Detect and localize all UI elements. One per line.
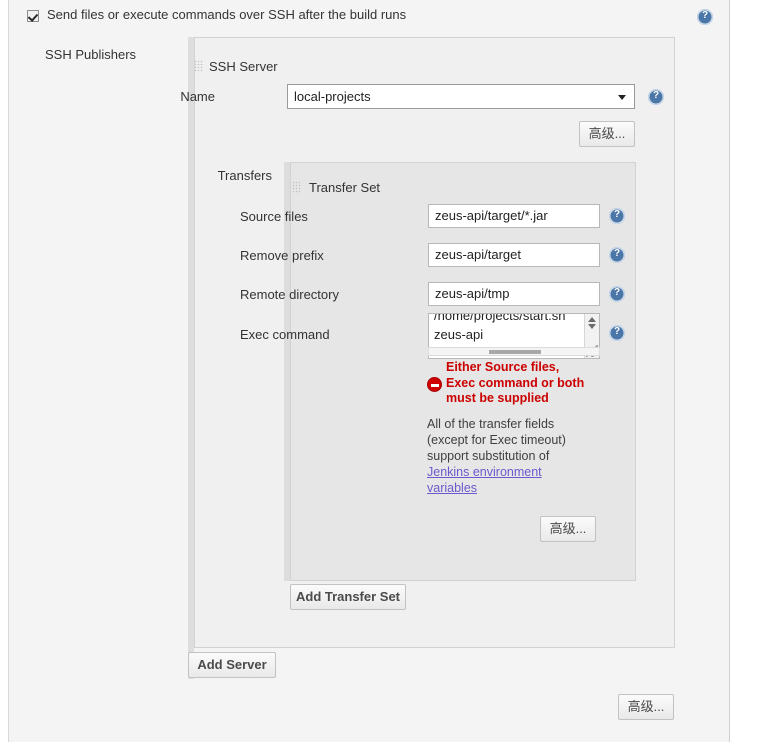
enable-ssh-publisher-checkbox[interactable]: [27, 10, 39, 22]
add-transfer-set-button[interactable]: Add Transfer Set: [290, 584, 406, 610]
source-files-value: zeus-api/target/*.jar: [435, 208, 548, 223]
transfer-set-title: Transfer Set: [309, 180, 381, 195]
help-line-1: All of the transfer fields: [427, 417, 555, 431]
chevron-down-icon: [618, 95, 626, 100]
jenkins-env-variables-link-line2[interactable]: variables: [427, 480, 602, 496]
remove-prefix-help-icon[interactable]: [609, 247, 625, 263]
help-line-3: support substitution of: [427, 449, 550, 463]
name-label: Name: [180, 89, 215, 104]
error-stop-icon: [427, 377, 442, 392]
enable-ssh-publisher-row: Send files or execute commands over SSH …: [9, 0, 729, 30]
remote-directory-input[interactable]: zeus-api/tmp: [428, 282, 600, 306]
drag-grip-icon[interactable]: [194, 60, 203, 73]
page-advanced-button[interactable]: 高级...: [618, 694, 674, 720]
exec-command-line1: /home/projects/start.sh: [434, 313, 566, 323]
error-line-2: Exec command or both: [446, 375, 585, 390]
name-help-icon[interactable]: [648, 89, 664, 105]
server-advanced-button[interactable]: 高级...: [579, 121, 635, 147]
transfer-set-grip-icon[interactable]: [292, 181, 301, 194]
remove-prefix-value: zeus-api/target: [435, 247, 521, 262]
ssh-publisher-config-page: Send files or execute commands over SSH …: [0, 0, 765, 742]
enable-ssh-publisher-label: Send files or execute commands over SSH …: [47, 7, 407, 22]
transfers-label: Transfers: [217, 168, 272, 183]
ssh-server-name-select[interactable]: local-projects: [287, 84, 635, 109]
exec-command-line2: zeus-api: [434, 327, 484, 342]
right-edge-rule: [729, 0, 730, 742]
help-icon[interactable]: [697, 9, 713, 25]
error-line-1: Either Source files,: [446, 360, 560, 374]
ssh-server-name-value: local-projects: [294, 89, 371, 104]
source-files-label: Source files: [240, 209, 308, 224]
source-files-help-icon[interactable]: [609, 208, 625, 224]
error-line-3: must be supplied: [446, 391, 549, 405]
remove-prefix-label: Remove prefix: [240, 248, 324, 263]
source-files-input[interactable]: zeus-api/target/*.jar: [428, 204, 600, 228]
ssh-server-title: SSH Server: [209, 59, 278, 74]
scroll-up-icon[interactable]: [588, 317, 596, 322]
remote-directory-value: zeus-api/tmp: [435, 286, 510, 301]
left-edge-rule: [8, 0, 9, 742]
remote-directory-help-icon[interactable]: [609, 286, 625, 302]
scrollbar-thumb[interactable]: [489, 350, 541, 354]
exec-horizontal-scrollbar[interactable]: [428, 347, 600, 356]
jenkins-env-variables-link-line1[interactable]: Jenkins environment: [427, 464, 602, 480]
exec-command-help-icon[interactable]: [609, 325, 625, 341]
remote-directory-label: Remote directory: [240, 287, 339, 302]
remove-prefix-input[interactable]: zeus-api/target: [428, 243, 600, 267]
ssh-publishers-label: SSH Publishers: [45, 47, 137, 62]
transfer-set-advanced-button[interactable]: 高级...: [540, 516, 596, 542]
transfer-help-text: All of the transfer fields (except for E…: [427, 416, 602, 496]
add-server-button[interactable]: Add Server: [188, 652, 276, 678]
exec-command-label: Exec command: [240, 327, 330, 342]
scroll-down-icon[interactable]: [588, 324, 596, 329]
help-line-2: (except for Exec timeout): [427, 433, 566, 447]
validation-error-message: Either Source files, Exec command or bot…: [446, 360, 606, 407]
